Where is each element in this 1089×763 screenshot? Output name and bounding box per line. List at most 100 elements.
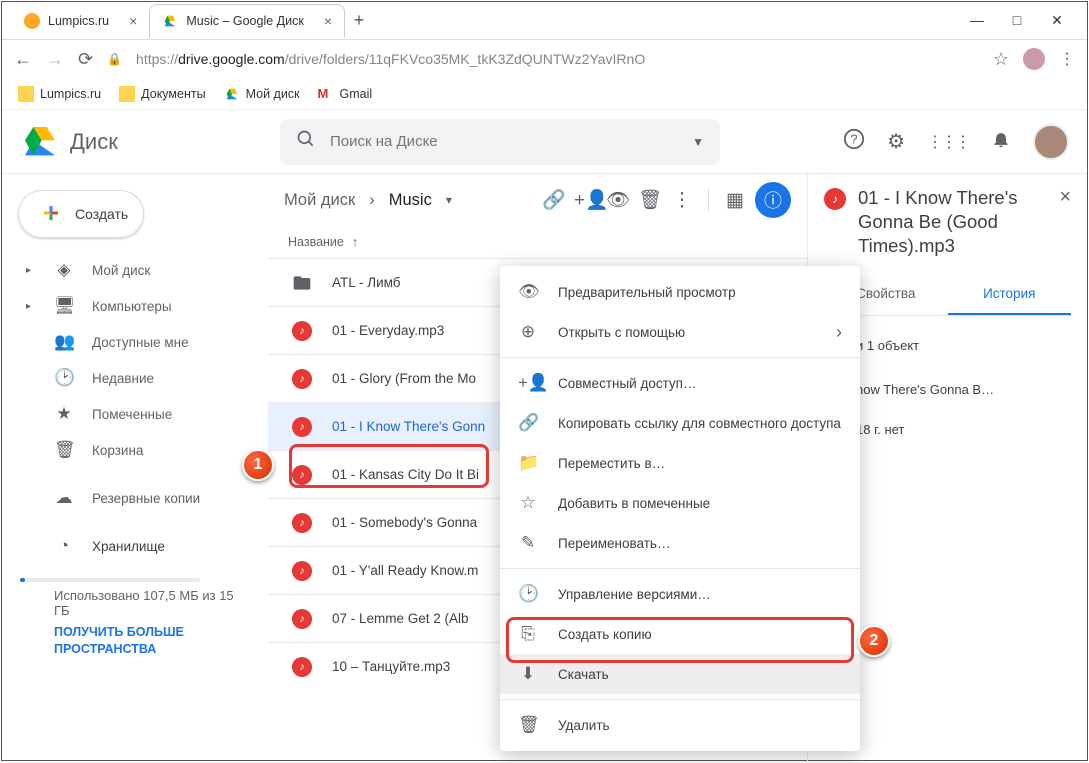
window-maximize-icon[interactable]: □ bbox=[1009, 12, 1025, 29]
grid-view-icon[interactable]: ▦ bbox=[723, 189, 747, 212]
drive-icon: ◈ bbox=[54, 260, 74, 280]
storage-used-label: Использовано 107,5 МБ из 15 ГБ bbox=[54, 588, 250, 618]
file-name: 07 - Lemme Get 2 (Alb bbox=[332, 611, 469, 626]
context-menu-label: Переместить в… bbox=[558, 456, 665, 471]
bookmark-item[interactable]: Мой диск bbox=[224, 86, 300, 102]
gmail-icon: M bbox=[318, 86, 334, 102]
browser-tab-drive[interactable]: Music – Google Диск × bbox=[149, 4, 345, 38]
audio-file-icon: ♪ bbox=[292, 609, 312, 629]
sidebar-item-mydrive[interactable]: ▸◈Мой диск bbox=[2, 252, 268, 288]
sidebar-item-computers[interactable]: ▸🖥Компьютеры bbox=[2, 288, 268, 324]
notifications-icon[interactable] bbox=[991, 129, 1011, 155]
forward-button[interactable]: → bbox=[46, 49, 64, 70]
back-button[interactable]: ← bbox=[14, 49, 32, 70]
audio-file-icon: ♪ bbox=[292, 657, 312, 677]
breadcrumb: Мой диск › Music ▾ bbox=[284, 191, 452, 210]
chevron-right-icon: › bbox=[369, 191, 375, 210]
bookmark-star-icon[interactable]: ☆ bbox=[993, 49, 1009, 70]
search-box[interactable]: ▼ bbox=[280, 119, 720, 165]
help-icon[interactable]: ? bbox=[843, 128, 865, 156]
column-header-name[interactable]: Название ↑ bbox=[268, 226, 807, 258]
reload-button[interactable]: ⟳ bbox=[78, 49, 93, 70]
bookmark-icon bbox=[18, 86, 34, 102]
rename-icon: ✎ bbox=[518, 533, 538, 553]
sidebar-item-backups[interactable]: ☁Резервные копии bbox=[2, 480, 268, 516]
context-menu-label: Удалить bbox=[558, 718, 610, 733]
browser-menu-icon[interactable]: ⋮ bbox=[1059, 49, 1075, 69]
context-menu-label: Совместный доступ… bbox=[558, 376, 696, 391]
link-icon[interactable]: 🔗 bbox=[542, 188, 566, 212]
sidebar-item-storage[interactable]: ◔Хранилище bbox=[2, 528, 268, 564]
audio-file-icon: ♪ bbox=[292, 561, 312, 581]
context-menu-item-eye[interactable]: 👁Предварительный просмотр bbox=[500, 272, 860, 312]
create-button[interactable]: Создать bbox=[18, 190, 144, 238]
close-icon[interactable]: × bbox=[129, 13, 137, 29]
bookmark-item[interactable]: MGmail bbox=[318, 86, 373, 102]
window-minimize-icon[interactable]: — bbox=[969, 12, 985, 29]
bookmark-icon bbox=[119, 86, 135, 102]
search-input[interactable] bbox=[330, 133, 692, 150]
apps-grid-icon[interactable]: ⋮⋮⋮ bbox=[927, 132, 969, 152]
bookmark-item[interactable]: Lumpics.ru bbox=[18, 86, 101, 102]
info-panel-button[interactable]: ⓘ bbox=[755, 182, 791, 218]
breadcrumb-root[interactable]: Мой диск bbox=[284, 191, 355, 210]
context-menu-item-move[interactable]: 📁 Переместить в… bbox=[500, 443, 860, 483]
chevron-down-icon[interactable]: ▾ bbox=[446, 193, 452, 207]
context-menu-item-rename[interactable]: ✎ Переименовать… bbox=[500, 523, 860, 563]
file-name: 01 - Y'all Ready Know.m bbox=[332, 563, 478, 578]
sidebar-item-shared[interactable]: 👥Доступные мне bbox=[2, 324, 268, 360]
file-name: 10 – Танцуйте.mp3 bbox=[332, 659, 450, 674]
context-menu-item-copy[interactable]: ⎘ Создать копию bbox=[500, 614, 860, 654]
move-icon: 📁 bbox=[518, 453, 538, 473]
storage-upgrade-link[interactable]: ПОЛУЧИТЬ БОЛЬШЕ ПРОСТРАНСТВА bbox=[54, 618, 250, 658]
audio-file-icon: ♪ bbox=[292, 465, 312, 485]
drive-logo[interactable]: Диск bbox=[20, 122, 268, 162]
context-menu-item-share[interactable]: +👤Совместный доступ… bbox=[500, 363, 860, 403]
context-menu-item-star[interactable]: ☆Добавить в помеченные bbox=[500, 483, 860, 523]
sidebar-item-starred[interactable]: ★Помеченные bbox=[2, 396, 268, 432]
context-menu-item-link[interactable]: 🔗Копировать ссылку для совместного досту… bbox=[500, 403, 860, 443]
cloud-icon: ☁ bbox=[54, 488, 74, 508]
open-icon: ⊕ bbox=[518, 322, 538, 342]
file-name: 01 - Everyday.mp3 bbox=[332, 323, 444, 338]
context-menu-item-trash[interactable]: 🗑 Удалить bbox=[500, 705, 860, 745]
context-menu-label: Скачать bbox=[558, 667, 609, 682]
context-menu-item-open[interactable]: ⊕Открыть с помощью bbox=[500, 312, 860, 352]
audio-file-icon: ♪ bbox=[824, 188, 846, 210]
storage-progress-bar bbox=[20, 578, 200, 582]
bookmark-item[interactable]: Документы bbox=[119, 86, 205, 102]
trash-icon[interactable]: 🗑 bbox=[638, 188, 662, 212]
context-menu-item-download[interactable]: ⬇ Скачать bbox=[500, 654, 860, 694]
folder-icon bbox=[292, 273, 312, 293]
lock-icon[interactable]: 🔒 bbox=[107, 52, 122, 66]
window-close-icon[interactable]: ✕ bbox=[1049, 12, 1065, 29]
settings-icon[interactable]: ⚙ bbox=[887, 129, 905, 154]
trash-icon: 🗑 bbox=[518, 715, 538, 735]
close-icon[interactable]: × bbox=[324, 13, 332, 29]
eye-icon[interactable]: 👁 bbox=[606, 188, 630, 212]
search-dropdown-icon[interactable]: ▼ bbox=[692, 135, 704, 149]
new-tab-button[interactable]: + bbox=[345, 10, 373, 31]
tab-history[interactable]: История bbox=[948, 276, 1072, 315]
context-menu-label: Добавить в помеченные bbox=[558, 496, 710, 511]
context-menu-label: Управление версиями… bbox=[558, 587, 711, 602]
breadcrumb-current[interactable]: Music bbox=[389, 191, 432, 210]
account-avatar[interactable] bbox=[1033, 124, 1069, 160]
context-menu-label: Создать копию bbox=[558, 627, 652, 642]
more-icon[interactable]: ⋮ bbox=[670, 189, 694, 212]
copy-icon: ⎘ bbox=[518, 624, 538, 644]
history-icon: 🕑 bbox=[518, 584, 538, 604]
browser-tab-lumpics[interactable]: Lumpics.ru × bbox=[12, 4, 149, 38]
clock-icon: 🕑 bbox=[54, 368, 74, 388]
address-bar[interactable]: https://drive.google.com/drive/folders/1… bbox=[136, 51, 979, 67]
sidebar-item-recent[interactable]: 🕑Недавние bbox=[2, 360, 268, 396]
drive-icon bbox=[224, 86, 240, 102]
add-person-icon[interactable]: +👤 bbox=[574, 188, 598, 212]
context-menu-item-history[interactable]: 🕑 Управление версиями… bbox=[500, 574, 860, 614]
profile-avatar[interactable] bbox=[1023, 48, 1045, 70]
context-menu-label: Переименовать… bbox=[558, 536, 670, 551]
sidebar-item-trash[interactable]: 🗑Корзина bbox=[2, 432, 268, 468]
close-panel-icon[interactable]: × bbox=[1059, 186, 1071, 258]
computer-icon: 🖥 bbox=[54, 296, 74, 316]
download-icon: ⬇ bbox=[518, 664, 538, 684]
